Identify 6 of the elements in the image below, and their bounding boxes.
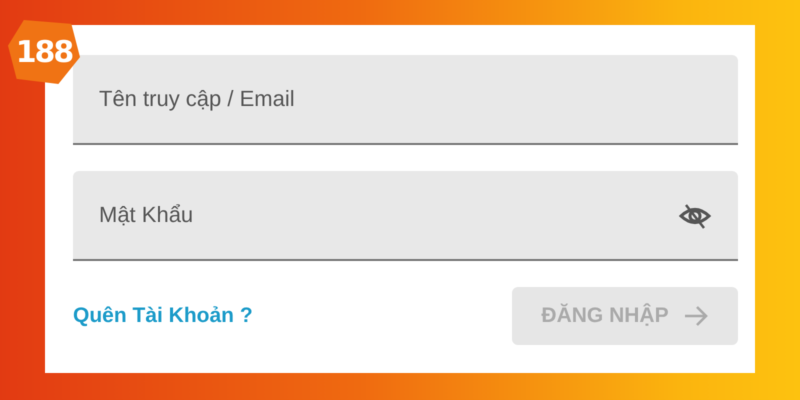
eye-slash-icon[interactable] bbox=[678, 202, 712, 230]
username-field[interactable]: Tên truy cập / Email bbox=[73, 55, 738, 145]
arrow-right-icon bbox=[682, 305, 709, 327]
brand-logo: 188 bbox=[8, 20, 80, 84]
password-field[interactable]: Mật Khẩu bbox=[73, 171, 738, 261]
forgot-account-link[interactable]: Quên Tài Khoản ? bbox=[73, 304, 253, 328]
